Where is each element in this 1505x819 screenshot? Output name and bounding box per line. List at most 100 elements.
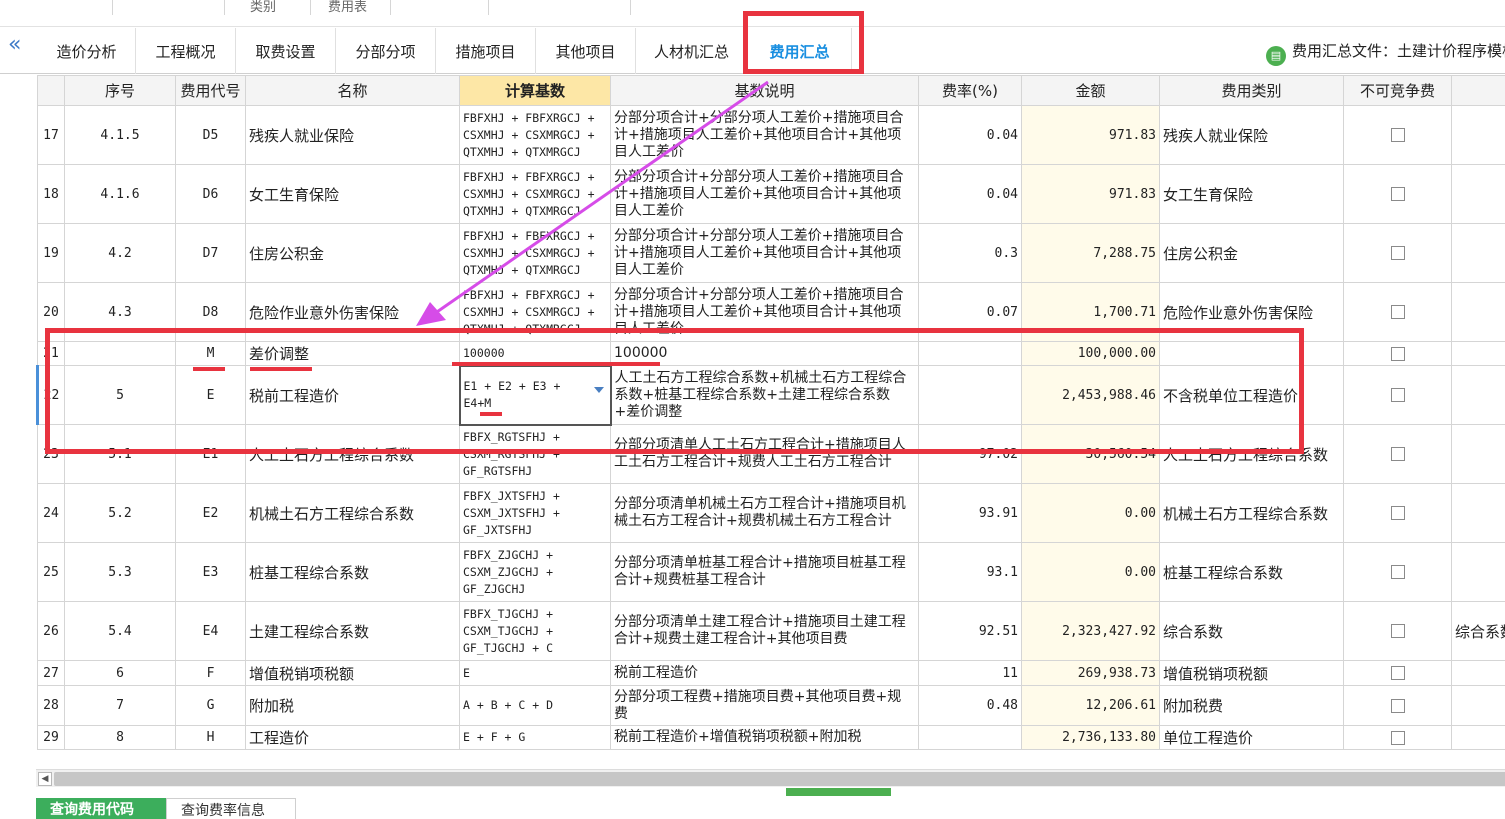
row-name[interactable]: 人工土石方工程综合系数 xyxy=(245,424,460,484)
row-rate[interactable]: 97.02 xyxy=(918,424,1022,484)
row-extra[interactable] xyxy=(1451,483,1505,543)
row-fee-category[interactable]: 附加税费 xyxy=(1159,685,1344,726)
row-fee-category[interactable]: 残疾人就业保险 xyxy=(1159,105,1344,165)
row-seq[interactable]: 6 xyxy=(64,660,176,686)
row-code[interactable]: E xyxy=(175,365,246,425)
row-calc-base[interactable]: FBFX_TJGCHJ + CSXM_TJGCHJ + GF_TJGCHJ + … xyxy=(459,601,611,661)
table-row[interactable]: 20 4.3 D8 危险作业意外伤害保险 FBFXHJ + FBFXRGCJ +… xyxy=(37,282,1505,342)
panel-splitter-handle[interactable] xyxy=(786,788,891,796)
checkbox[interactable] xyxy=(1390,506,1405,520)
checkbox[interactable] xyxy=(1390,246,1405,260)
tab-query-rate-info[interactable]: 查询费率信息 xyxy=(166,798,296,819)
table-row[interactable]: 26 5.4 E4 土建工程综合系数 FBFX_TJGCHJ + CSXM_TJ… xyxy=(37,601,1505,661)
row-code[interactable]: E4 xyxy=(175,601,246,661)
checkbox[interactable] xyxy=(1390,128,1405,142)
row-fee-category[interactable]: 危险作业意外伤害保险 xyxy=(1159,282,1344,342)
row-extra[interactable] xyxy=(1451,105,1505,165)
row-code[interactable]: E1 xyxy=(175,424,246,484)
row-non-competitive[interactable] xyxy=(1343,164,1452,224)
tab-labor-material-summary[interactable]: 人材机汇总 xyxy=(636,28,748,74)
row-name[interactable]: 危险作业意外伤害保险 xyxy=(245,282,460,342)
row-calc-base[interactable]: FBFX_ZJGCHJ + CSXM_ZJGCHJ + GF_ZJGCHJ xyxy=(459,542,611,602)
checkbox[interactable] xyxy=(1390,388,1405,402)
row-name[interactable]: 增值税销项税额 xyxy=(245,660,460,686)
checkbox[interactable] xyxy=(1390,730,1405,745)
row-non-competitive[interactable] xyxy=(1343,542,1452,602)
row-seq[interactable]: 4.1.5 xyxy=(64,105,176,165)
row-rate[interactable]: 11 xyxy=(918,660,1022,686)
row-code[interactable]: E3 xyxy=(175,542,246,602)
row-seq[interactable]: 5 xyxy=(64,365,176,425)
table-row[interactable]: 17 4.1.5 D5 残疾人就业保险 FBFXHJ + FBFXRGCJ + … xyxy=(37,105,1505,165)
row-extra[interactable] xyxy=(1451,660,1505,686)
row-extra[interactable] xyxy=(1451,341,1505,366)
row-seq[interactable]: 7 xyxy=(64,685,176,726)
row-seq[interactable]: 4.3 xyxy=(64,282,176,342)
row-calc-base[interactable]: E xyxy=(459,660,611,686)
table-row[interactable]: 29 8 H 工程造价 E + F + G 税前工程造价+增值税销项税额+附加税… xyxy=(37,725,1505,750)
row-calc-base[interactable]: FBFXHJ + FBFXRGCJ + CSXMHJ + CSXMRGCJ + … xyxy=(459,164,611,224)
toolbar-label-category[interactable]: 类别 xyxy=(250,0,276,15)
row-calc-base[interactable]: FBFXHJ + FBFXRGCJ + CSXMHJ + CSXMRGCJ + … xyxy=(459,105,611,165)
row-name[interactable]: 差价调整 xyxy=(245,341,460,366)
horizontal-scrollbar[interactable]: ◀ xyxy=(36,769,1505,787)
table-row-selected[interactable]: 22 5 E 税前工程造价 E1 + E2 + E3 + E4+M 人工土石方工… xyxy=(36,364,1505,426)
row-calc-base[interactable]: FBFXHJ + FBFXRGCJ + CSXMHJ + CSXMRGCJ + … xyxy=(459,223,611,283)
row-name[interactable]: 桩基工程综合系数 xyxy=(245,542,460,602)
header-code[interactable]: 费用代号 xyxy=(175,75,246,106)
table-row[interactable]: 21 M 差价调整 100000 100000 100,000.00 xyxy=(37,341,1505,366)
row-rate[interactable]: 0.04 xyxy=(918,164,1022,224)
row-code[interactable]: D5 xyxy=(175,105,246,165)
toolbar-label-fee-table[interactable]: 费用表 xyxy=(328,0,367,15)
fee-summary-file-info[interactable]: ▤ 费用汇总文件：土建计价程序模板 xyxy=(1266,40,1505,66)
row-seq[interactable]: 5.2 xyxy=(64,483,176,543)
row-calc-base[interactable]: FBFX_JXTSFHJ + CSXM_JXTSFHJ + GF_JXTSFHJ xyxy=(459,483,611,543)
row-code[interactable]: G xyxy=(175,685,246,726)
row-extra[interactable] xyxy=(1451,282,1505,342)
row-name[interactable]: 土建工程综合系数 xyxy=(245,601,460,661)
row-name[interactable]: 女工生育保险 xyxy=(245,164,460,224)
row-non-competitive[interactable] xyxy=(1343,725,1452,750)
row-non-competitive[interactable] xyxy=(1343,223,1452,283)
row-extra[interactable] xyxy=(1451,685,1505,726)
header-rate[interactable]: 费率(%) xyxy=(918,75,1022,106)
row-calc-base[interactable]: E + F + G xyxy=(459,725,611,750)
row-name[interactable]: 残疾人就业保险 xyxy=(245,105,460,165)
row-code[interactable]: F xyxy=(175,660,246,686)
row-non-competitive[interactable] xyxy=(1343,424,1452,484)
row-non-competitive[interactable] xyxy=(1343,601,1452,661)
row-fee-category[interactable]: 人工土石方工程综合系数 xyxy=(1159,424,1344,484)
header-fee-category[interactable]: 费用类别 xyxy=(1159,75,1344,106)
row-extra[interactable] xyxy=(1451,725,1505,750)
row-rate[interactable]: 93.91 xyxy=(918,483,1022,543)
row-fee-category[interactable]: 桩基工程综合系数 xyxy=(1159,542,1344,602)
checkbox[interactable] xyxy=(1390,565,1405,579)
tab-fee-summary[interactable]: 费用汇总 xyxy=(748,28,852,74)
row-calc-base[interactable]: A + B + C + D xyxy=(459,685,611,726)
row-seq[interactable]: 8 xyxy=(64,725,176,750)
row-fee-category[interactable] xyxy=(1159,341,1344,366)
row-name[interactable]: 工程造价 xyxy=(245,725,460,750)
row-rate[interactable] xyxy=(918,365,1022,425)
header-seq[interactable]: 序号 xyxy=(64,75,176,106)
header-non-competitive[interactable]: 不可竞争费 xyxy=(1343,75,1452,106)
row-extra[interactable] xyxy=(1451,542,1505,602)
checkbox[interactable] xyxy=(1390,698,1405,713)
tab-project-overview[interactable]: 工程概况 xyxy=(136,28,236,74)
row-non-competitive[interactable] xyxy=(1343,282,1452,342)
row-extra[interactable] xyxy=(1451,424,1505,484)
table-row[interactable]: 24 5.2 E2 机械土石方工程综合系数 FBFX_JXTSFHJ + CSX… xyxy=(37,483,1505,543)
row-seq[interactable]: 5.4 xyxy=(64,601,176,661)
row-code[interactable]: D6 xyxy=(175,164,246,224)
row-name[interactable]: 税前工程造价 xyxy=(245,365,460,425)
table-row[interactable]: 27 6 F 增值税销项税额 E 税前工程造价 11 269,938.73 增值… xyxy=(37,660,1505,686)
row-name[interactable]: 附加税 xyxy=(245,685,460,726)
row-extra[interactable] xyxy=(1451,365,1505,425)
header-name[interactable]: 名称 xyxy=(245,75,460,106)
row-non-competitive[interactable] xyxy=(1343,341,1452,366)
row-rate[interactable]: 93.1 xyxy=(918,542,1022,602)
row-fee-category[interactable]: 住房公积金 xyxy=(1159,223,1344,283)
tab-query-fee-code[interactable]: 查询费用代码 xyxy=(36,798,166,819)
header-amount[interactable]: 金额 xyxy=(1021,75,1160,106)
row-fee-category[interactable]: 机械土石方工程综合系数 xyxy=(1159,483,1344,543)
